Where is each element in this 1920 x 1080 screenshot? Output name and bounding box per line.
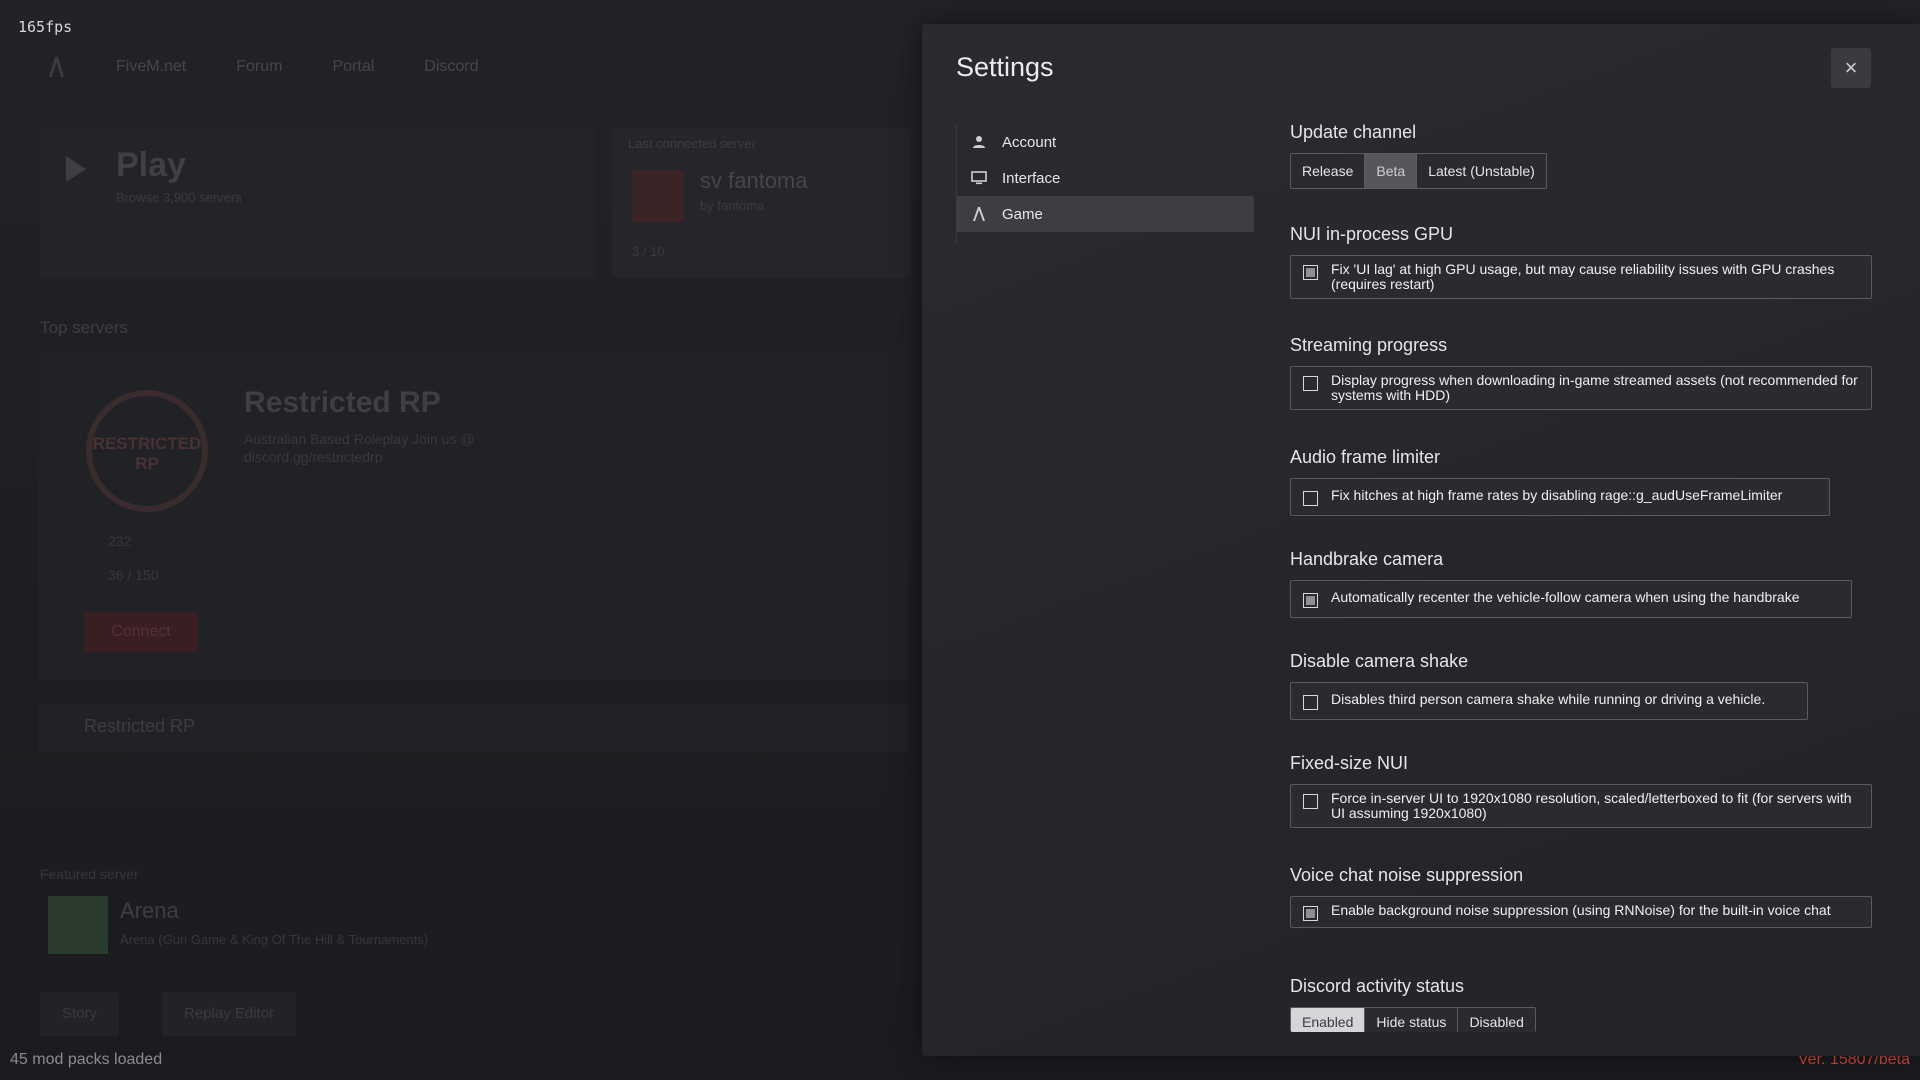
settings-title: Settings [956, 52, 1054, 82]
fivem-logo-icon [49, 57, 64, 77]
nav-item-label: Game [1002, 205, 1043, 223]
camera-shake-section: Disable camera shake Disables third pers… [1290, 651, 1808, 720]
discord-status-section: Discord activity status Enabled Hide sta… [1290, 976, 1536, 1032]
arena-desc: Arena (Gun Game & King Of The Hill & Tou… [120, 932, 429, 947]
nui-gpu-checkbox[interactable]: Fix 'UI lag' at high GPU usage, but may … [1290, 255, 1872, 299]
checkbox-unchecked[interactable] [1303, 794, 1318, 809]
streaming-progress-checkbox[interactable]: Display progress when downloading in-gam… [1290, 366, 1872, 410]
option-release[interactable]: Release [1291, 154, 1366, 188]
story-button[interactable]: Story [40, 992, 120, 1036]
section-title: Update channel [1290, 122, 1417, 142]
mod-packs-status: 45 mod packs loaded [10, 1051, 163, 1068]
last-server-owner: by fantoma [700, 198, 765, 213]
featured-server-meta: 232 36 / 150 [108, 524, 159, 592]
noise-suppression-section: Voice chat noise suppression Enable back… [1290, 865, 1872, 928]
featured-server-card[interactable]: RESTRICTED RP Restricted RP Australian B… [38, 350, 908, 680]
checkbox-checked[interactable] [1303, 593, 1318, 608]
top-navigation: FiveM.net Forum Portal Discord [46, 56, 479, 78]
section-title: Voice chat noise suppression [1290, 865, 1524, 885]
last-server-name: sv fantoma [700, 168, 808, 193]
section-title: Fixed-size NUI [1290, 753, 1409, 773]
section-title: Discord activity status [1290, 976, 1465, 996]
last-server-players: 3 / 10 [632, 244, 665, 259]
noise-suppression-checkbox[interactable]: Enable background noise suppression (usi… [1290, 896, 1872, 928]
user-icon [970, 133, 988, 151]
boost-count: 232 [108, 533, 132, 549]
option-hide-status[interactable]: Hide status [1365, 1008, 1459, 1032]
discord-status-selector: Enabled Hide status Disabled [1290, 1007, 1536, 1032]
checkbox-label: Automatically recenter the vehicle-follo… [1331, 589, 1800, 605]
play-title: Play [116, 146, 186, 184]
nav-item-game[interactable]: Game [956, 196, 1254, 232]
replay-editor-button[interactable]: Replay Editor [162, 992, 297, 1036]
server-emblem: RESTRICTED RP [86, 390, 208, 512]
update-channel-selector: Release Beta Latest (Unstable) [1290, 153, 1547, 189]
last-connected-label: Last connected server [628, 136, 756, 151]
play-icon [66, 156, 86, 182]
option-disabled[interactable]: Disabled [1458, 1008, 1535, 1032]
checkbox-label: Display progress when downloading in-gam… [1331, 372, 1858, 403]
fps-counter: 165fps [18, 18, 73, 36]
nav-link-portal[interactable]: Portal [332, 58, 374, 76]
checkbox-label: Fix hitches at high frame rates by disab… [1331, 487, 1783, 503]
featured-server-name: Restricted RP [244, 386, 441, 419]
checkbox-label: Fix 'UI lag' at high GPU usage, but may … [1331, 261, 1835, 292]
update-channel-section: Update channel Release Beta Latest (Unst… [1290, 122, 1547, 189]
featured-server-label: Featured server [40, 866, 139, 882]
checkbox-label: Force in-server UI to 1920x1080 resoluti… [1331, 790, 1852, 821]
handbrake-camera-section: Handbrake camera Automatically recenter … [1290, 549, 1852, 618]
nav-item-account[interactable]: Account [956, 124, 1254, 160]
section-title: Audio frame limiter [1290, 447, 1441, 467]
play-subtitle: Browse 3,900 servers [116, 190, 242, 205]
handbrake-camera-checkbox[interactable]: Automatically recenter the vehicle-follo… [1290, 580, 1852, 618]
audio-limiter-section: Audio frame limiter Fix hitches at high … [1290, 447, 1830, 516]
section-title: Handbrake camera [1290, 549, 1444, 569]
section-title: NUI in-process GPU [1290, 224, 1454, 244]
section-title: Disable camera shake [1290, 651, 1469, 671]
nav-link-fivem[interactable]: FiveM.net [116, 58, 186, 76]
option-beta[interactable]: Beta [1365, 154, 1418, 188]
connect-button[interactable]: Connect [84, 612, 198, 652]
audio-limiter-checkbox[interactable]: Fix hitches at high frame rates by disab… [1290, 478, 1830, 516]
checkbox-unchecked[interactable] [1303, 376, 1318, 391]
strip-server-name: Restricted RP [84, 716, 196, 736]
nav-item-interface[interactable]: Interface [956, 160, 1254, 196]
nav-item-label: Interface [1002, 169, 1061, 187]
play-card[interactable]: Play Browse 3,900 servers [40, 128, 595, 278]
nav-link-discord[interactable]: Discord [424, 58, 478, 76]
checkbox-checked[interactable] [1303, 265, 1318, 280]
settings-nav: Account Interface Game [956, 124, 1254, 232]
checkbox-label: Enable background noise suppression (usi… [1331, 902, 1831, 918]
fixed-nui-checkbox[interactable]: Force in-server UI to 1920x1080 resoluti… [1290, 784, 1872, 828]
streaming-progress-section: Streaming progress Display progress when… [1290, 335, 1872, 410]
checkbox-unchecked[interactable] [1303, 695, 1318, 710]
nav-item-label: Account [1002, 133, 1057, 151]
nui-gpu-section: NUI in-process GPU Fix 'UI lag' at high … [1290, 224, 1872, 299]
top-servers-label: Top servers [40, 318, 128, 337]
section-title: Streaming progress [1290, 335, 1448, 355]
option-enabled[interactable]: Enabled [1291, 1008, 1366, 1032]
last-connected-card[interactable]: Last connected server sv fantoma by fant… [612, 128, 910, 278]
nav-link-forum[interactable]: Forum [236, 58, 282, 76]
settings-modal: Settings × Account Interface Game Update… [922, 24, 1920, 1056]
arena-icon [48, 896, 108, 954]
server-strip[interactable]: Restricted RP [38, 704, 908, 752]
checkbox-label: Disables third person camera shake while… [1331, 691, 1766, 707]
fixed-nui-section: Fixed-size NUI Force in-server UI to 192… [1290, 753, 1872, 828]
featured-server-desc: Australian Based Roleplay Join us @ disc… [244, 431, 475, 465]
emblem-text: RESTRICTED RP [92, 434, 202, 473]
server-icon [632, 170, 684, 222]
camera-shake-checkbox[interactable]: Disables third person camera shake while… [1290, 682, 1808, 720]
checkbox-checked[interactable] [1303, 906, 1318, 921]
checkbox-unchecked[interactable] [1303, 491, 1318, 506]
close-button[interactable]: × [1831, 48, 1871, 88]
player-count: 36 / 150 [108, 567, 159, 583]
option-latest-unstable[interactable]: Latest (Unstable) [1417, 154, 1546, 188]
monitor-icon [970, 169, 988, 187]
arena-name[interactable]: Arena [120, 898, 179, 924]
fivem-logo-icon [970, 205, 988, 223]
